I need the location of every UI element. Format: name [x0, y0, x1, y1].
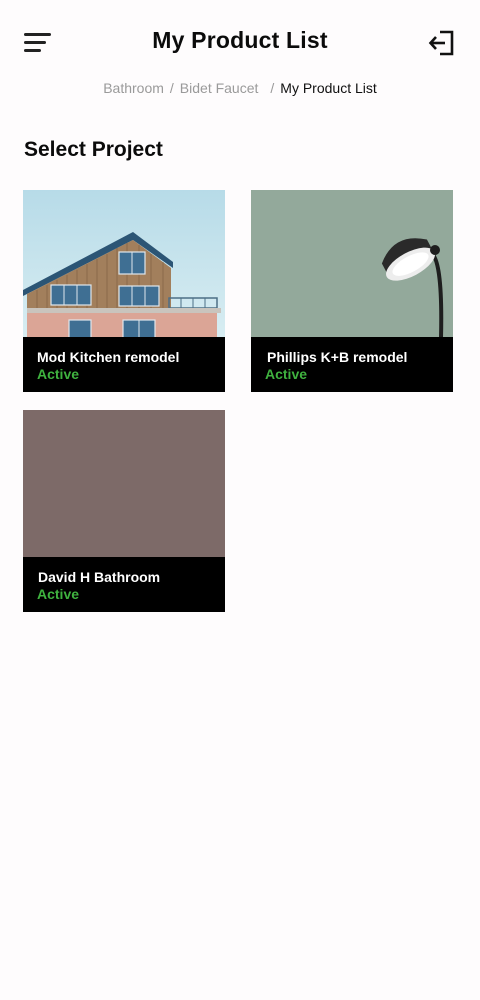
- project-name: David H Bathroom: [38, 569, 161, 585]
- breadcrumb-item-bidet-faucet[interactable]: Bidet Faucet: [180, 80, 259, 96]
- status-badge: Active: [265, 366, 308, 382]
- status-badge: Active: [37, 366, 80, 382]
- section-title: Select Project: [24, 138, 163, 161]
- page-title: My Product List: [152, 27, 328, 53]
- app-header: My Product List: [0, 0, 480, 84]
- card-caption: Phillips K+B remodel Active: [251, 337, 453, 392]
- status-badge: Active: [37, 586, 80, 602]
- project-card-mod-kitchen[interactable]: Mod Kitchen remodel Active: [23, 190, 225, 392]
- house-photo: [23, 190, 225, 339]
- logout-icon[interactable]: [428, 29, 456, 57]
- breadcrumb: Bathroom / Bidet Faucet / My Product List: [0, 80, 480, 96]
- card-caption: Mod Kitchen remodel Active: [23, 337, 225, 392]
- breadcrumb-separator: /: [270, 80, 275, 96]
- breadcrumb-separator: /: [169, 80, 174, 96]
- project-name: Phillips K+B remodel: [267, 349, 408, 365]
- project-card-phillips[interactable]: Phillips K+B remodel Active: [251, 190, 453, 392]
- breadcrumb-item-bathroom[interactable]: Bathroom: [103, 80, 164, 96]
- placeholder-image: [23, 410, 225, 558]
- lamp-photo: [251, 190, 453, 339]
- card-caption: David H Bathroom Active: [23, 557, 225, 612]
- project-card-david-h[interactable]: David H Bathroom Active: [23, 410, 225, 612]
- project-name: Mod Kitchen remodel: [37, 349, 180, 365]
- breadcrumb-current: My Product List: [280, 80, 377, 96]
